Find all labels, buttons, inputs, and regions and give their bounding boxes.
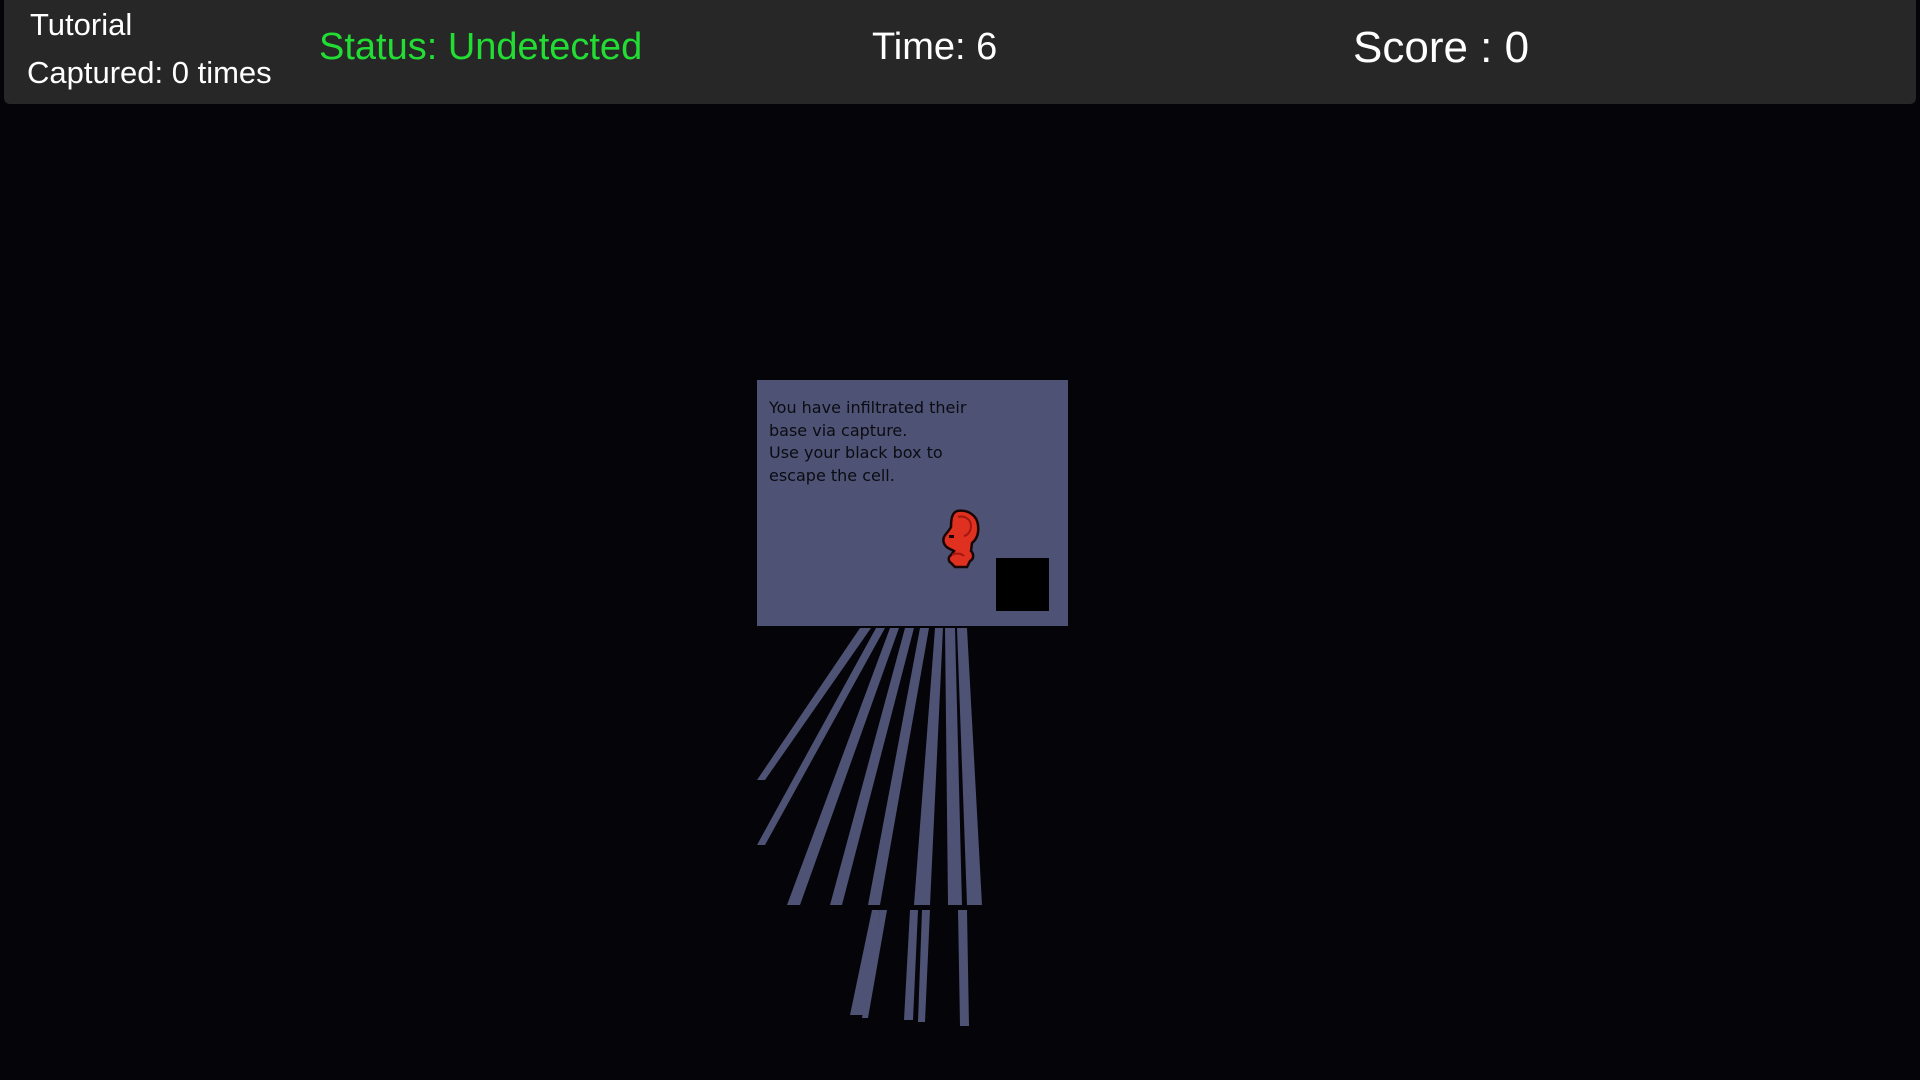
score-counter: Score : 0	[1353, 23, 1530, 72]
time-counter: Time: 6	[872, 26, 998, 68]
cell-room: You have infiltrated their base via capt…	[757, 380, 1068, 626]
level-name: Tutorial	[30, 7, 133, 42]
black-box-item[interactable]	[996, 558, 1049, 611]
player-icon[interactable]	[937, 507, 987, 573]
hud-bar: Tutorial Captured: 0 times Status: Undet…	[4, 0, 1916, 104]
detection-status: Status: Undetected	[319, 26, 643, 68]
tutorial-message: You have infiltrated their base via capt…	[769, 398, 967, 485]
captured-counter: Captured: 0 times	[27, 55, 272, 90]
